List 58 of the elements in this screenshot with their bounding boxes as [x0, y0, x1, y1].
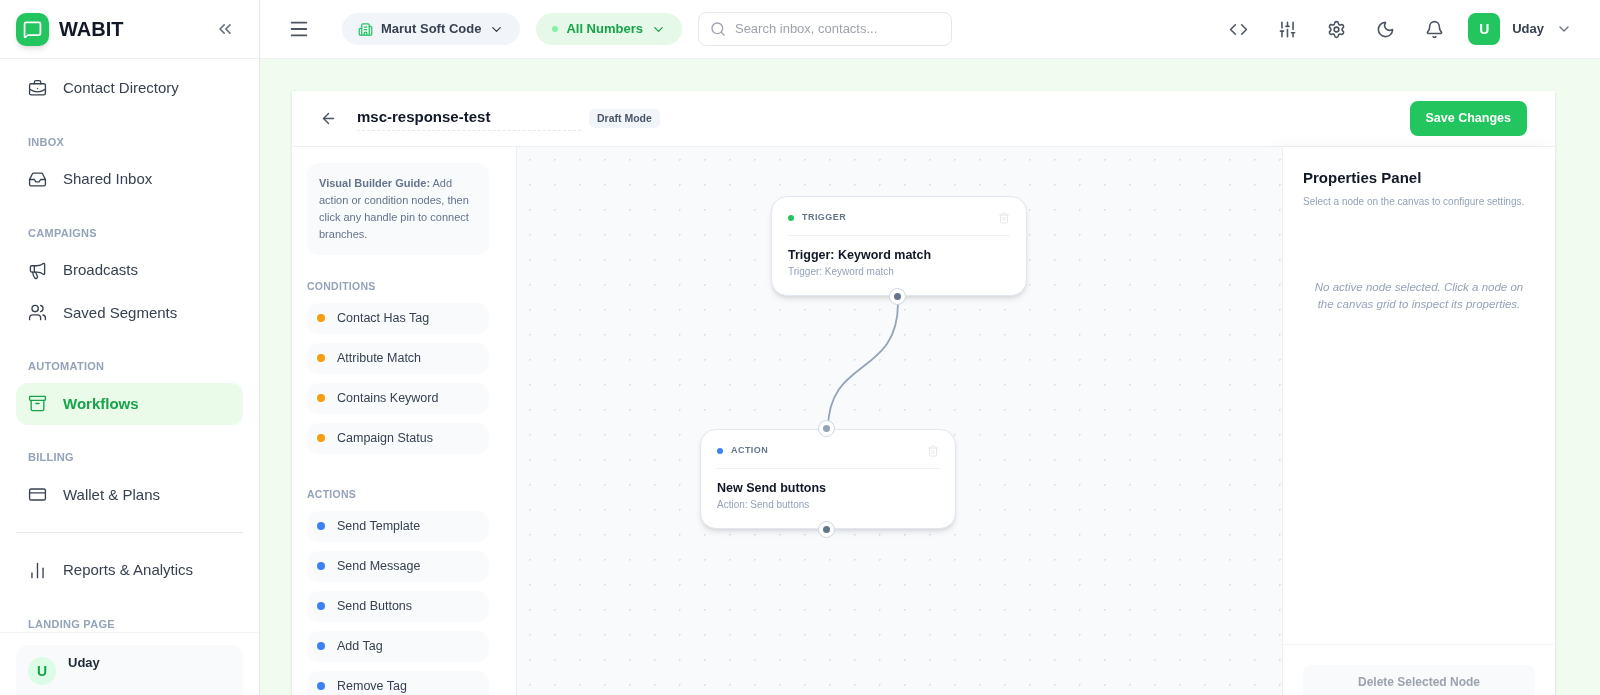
panel-subtitle: Select a node on the canvas to configure settings.: [1303, 194, 1526, 209]
sliders-icon[interactable]: [1278, 19, 1298, 39]
node-type-label: ACTION: [731, 444, 769, 457]
palette-item[interactable]: Attribute Match: [307, 342, 489, 374]
palette-item[interactable]: Contact Has Tag: [307, 302, 489, 334]
palette-item[interactable]: Add Tag: [307, 630, 489, 662]
search-icon: [709, 21, 726, 38]
palette-item[interactable]: Send Message: [307, 550, 489, 582]
group-label: CONDITIONS: [307, 279, 377, 294]
palette-item[interactable]: Contains Keyword: [307, 382, 489, 414]
users-icon: [28, 303, 47, 323]
node-title: New Send buttons: [717, 479, 828, 497]
trigger-node[interactable]: TRIGGER Trigger: Keyword match Trigger: Keyword match: [771, 196, 1027, 297]
node-subtitle: Action: Send buttons: [717, 498, 811, 513]
brand-name: WABIT: [59, 17, 124, 42]
section-label: CAMPAIGNS: [27, 225, 98, 241]
palette-item[interactable]: Remove Tag: [307, 670, 489, 695]
building-icon: [358, 21, 373, 37]
node-type-label: TRIGGER: [802, 211, 847, 224]
sidebar-item[interactable]: Contact Directory: [16, 67, 243, 110]
sidebar-item[interactable]: Shared Inbox: [16, 158, 243, 201]
draft-mode-badge: Draft Mode: [589, 108, 660, 129]
palette-item[interactable]: Campaign Status: [307, 422, 489, 454]
palette-item[interactable]: Send Buttons: [307, 590, 489, 622]
user-name: Uday: [68, 654, 100, 672]
sidebar-item[interactable]: Reports & Analytics: [16, 549, 243, 592]
action-node[interactable]: ACTION New Send buttons Action: Send buttons: [700, 429, 956, 530]
group-label: ACTIONS: [307, 486, 358, 502]
section-label: INBOX: [27, 134, 66, 150]
sidebar-item[interactable]: Wallet & Plans: [16, 473, 243, 516]
workflow-name-field[interactable]: msc-response-test: [357, 105, 581, 132]
sidebar-item[interactable]: Broadcasts: [16, 249, 243, 292]
palette-item[interactable]: Send Template: [307, 510, 489, 542]
notification-bell-icon[interactable]: [1425, 19, 1445, 39]
section-label: LANDING PAGE: [27, 616, 116, 632]
logo-icon: [16, 12, 49, 46]
node-title: Trigger: Keyword match: [788, 246, 933, 264]
empty-state-text: No active node selected. Click a node on the canvas grid to inspect its properties.: [1313, 279, 1525, 312]
guide-note: Visual Builder Guide: Add action or condition nodes, then click any handle pin to connect branches.: [307, 163, 489, 255]
section-label: BILLING: [27, 450, 75, 465]
section-label: AUTOMATION: [27, 359, 106, 374]
user-name: Uday: [1512, 20, 1544, 39]
user-avatar: U: [28, 657, 56, 685]
user-avatar: U: [1468, 13, 1501, 45]
user-card[interactable]: U Uday: [16, 645, 243, 695]
briefcase-icon: [28, 78, 47, 98]
node-subtitle: Trigger: Keyword match: [788, 265, 895, 280]
bar-chart-icon: [28, 560, 47, 580]
search-field[interactable]: Search inbox, contacts...: [697, 12, 952, 46]
panel-title: Properties Panel: [1303, 168, 1423, 188]
user-menu[interactable]: U Uday: [1468, 13, 1572, 45]
tray-icon: [28, 394, 47, 414]
workspace-dropdown[interactable]: Marut Soft Code: [342, 13, 521, 45]
inbox-icon: [28, 169, 47, 189]
megaphone-icon: [28, 260, 47, 280]
sidebar-item[interactable]: Saved Segments: [16, 291, 243, 334]
settings-icon[interactable]: [1327, 19, 1347, 39]
moon-icon[interactable]: [1376, 19, 1396, 39]
